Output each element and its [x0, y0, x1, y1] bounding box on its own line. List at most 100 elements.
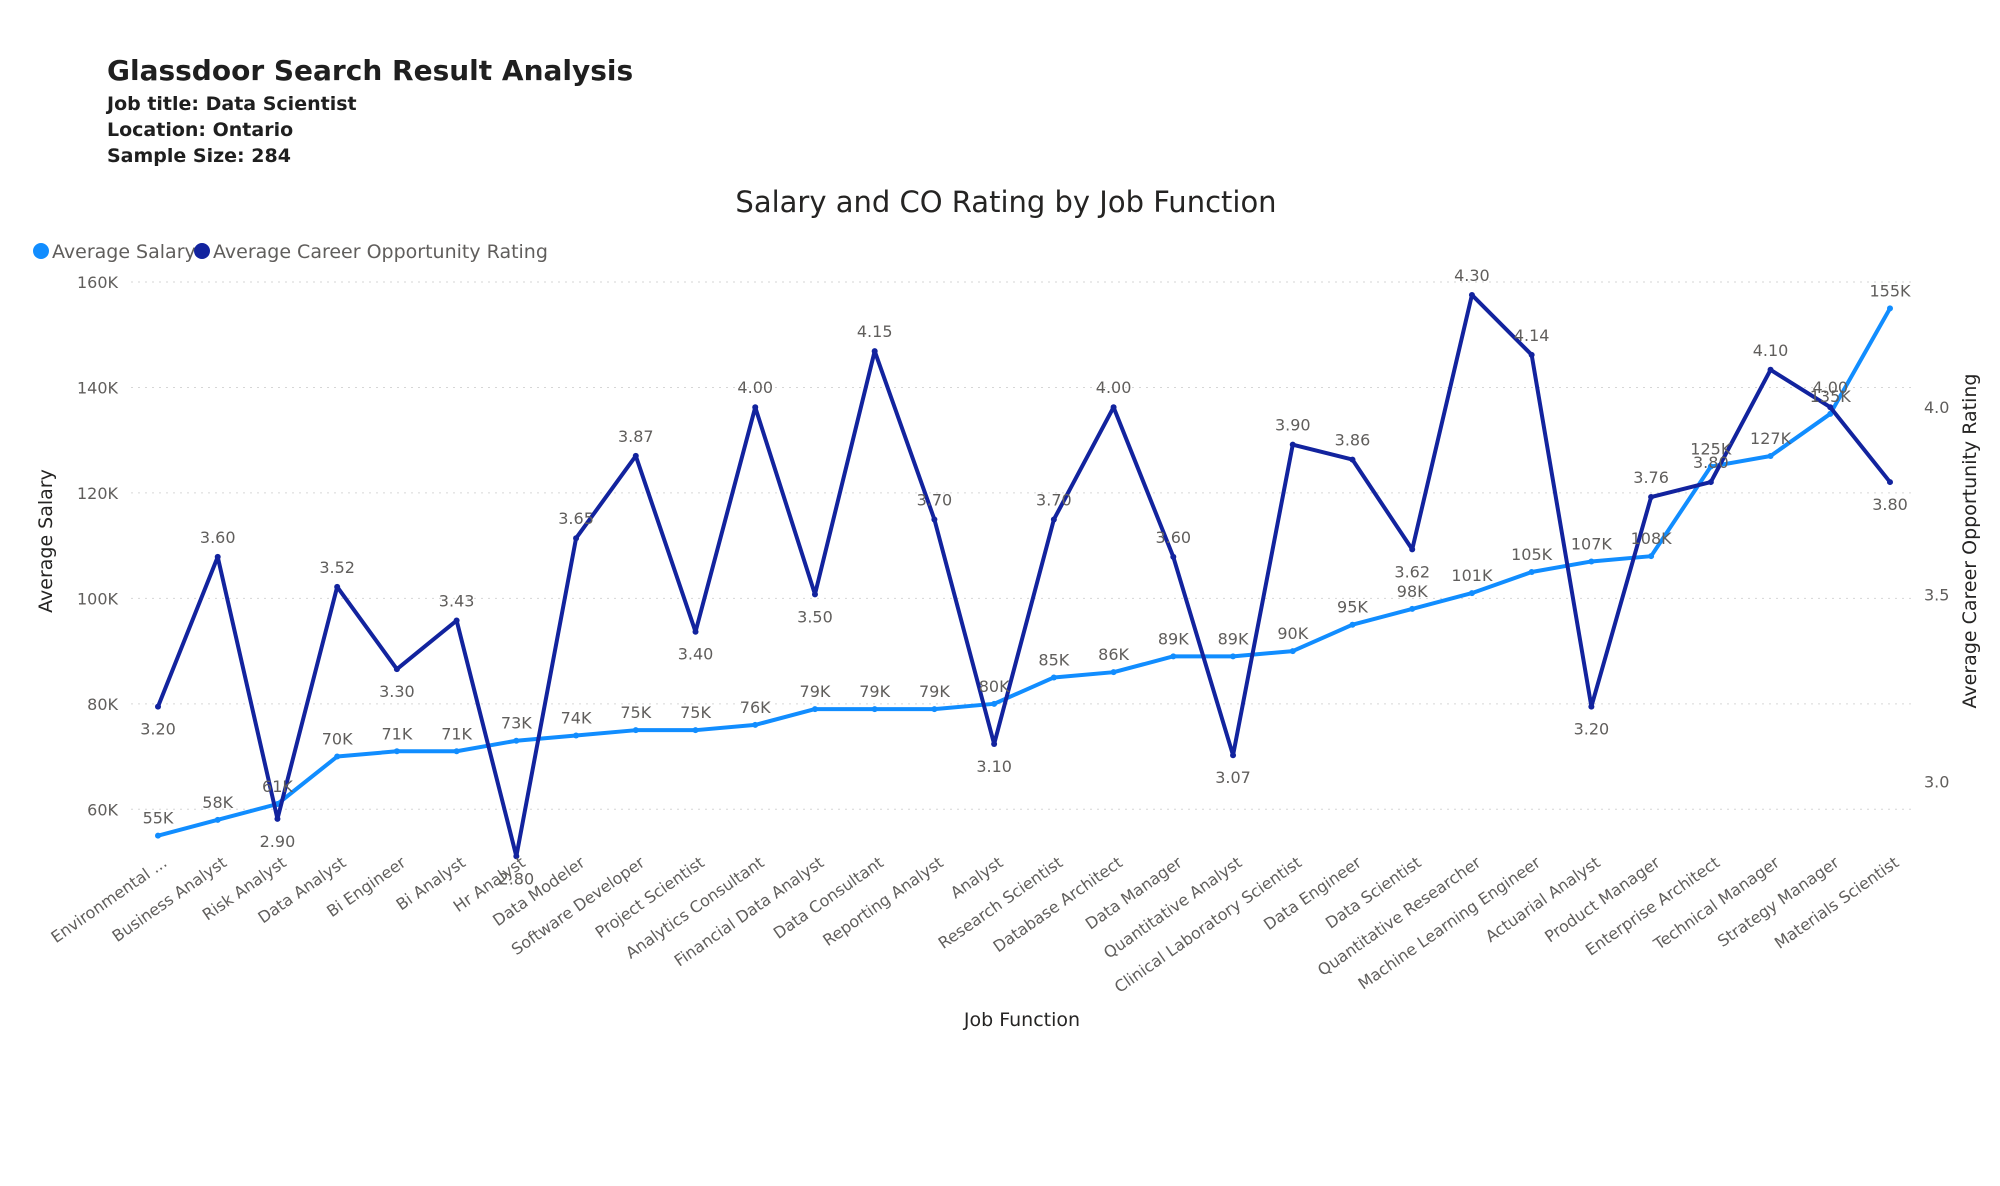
- salary-point[interactable]: [1588, 558, 1595, 565]
- data-labels: 55K 58K 61K 70K 71K 71K 73K 74K 75K 75K 76K 79K 79K 7…: [140, 266, 1911, 888]
- salary-point[interactable]: [1468, 590, 1475, 597]
- chart-title: Salary and CO Rating by Job Function: [735, 185, 1276, 219]
- salary-point[interactable]: [393, 748, 400, 755]
- salary-point[interactable]: [1528, 569, 1535, 575]
- rating-point[interactable]: [1887, 479, 1893, 486]
- legend-item-salary[interactable]: Average Salary: [33, 241, 196, 263]
- salary-data-label: 71K: [381, 724, 412, 743]
- salary-point[interactable]: [931, 706, 938, 713]
- salary-point[interactable]: [811, 706, 818, 713]
- rating-point[interactable]: [453, 617, 460, 624]
- rating-point[interactable]: [393, 666, 400, 673]
- rating-point[interactable]: [573, 535, 580, 542]
- y-tick-label-right: 4.0: [1924, 398, 1949, 417]
- rating-point[interactable]: [1528, 351, 1535, 358]
- salary-point[interactable]: [155, 832, 161, 839]
- series-salary[interactable]: [155, 305, 1893, 839]
- salary-point[interactable]: [692, 727, 699, 734]
- salary-data-label: 79K: [800, 682, 831, 701]
- rating-point[interactable]: [1648, 494, 1655, 501]
- salary-point[interactable]: [513, 737, 520, 744]
- salary-data-label: 75K: [620, 703, 651, 722]
- salary-point[interactable]: [991, 700, 998, 707]
- salary-point[interactable]: [214, 816, 221, 823]
- y-tick-label-left: 80K: [87, 695, 118, 714]
- salary-point[interactable]: [453, 748, 460, 755]
- salary-data-label: 90K: [1277, 624, 1308, 643]
- rating-point[interactable]: [1230, 752, 1237, 759]
- rating-data-label: 4.00: [1812, 378, 1848, 397]
- y-tick-label-left: 60K: [87, 800, 118, 819]
- rating-point[interactable]: [1767, 366, 1774, 373]
- rating-point[interactable]: [274, 815, 281, 822]
- rating-data-label: 3.07: [1215, 768, 1251, 787]
- rating-data-label: 3.65: [558, 509, 594, 528]
- rating-point[interactable]: [692, 628, 699, 635]
- salary-point[interactable]: [1349, 621, 1356, 628]
- salary-point[interactable]: [871, 706, 878, 713]
- salary-data-label: 101K: [1451, 566, 1493, 585]
- salary-point[interactable]: [1230, 653, 1237, 660]
- rating-point[interactable]: [1409, 546, 1416, 553]
- rating-point[interactable]: [1468, 291, 1475, 298]
- rating-data-label: 3.10: [976, 757, 1012, 776]
- legend[interactable]: Average Salary Average Career Opportunit…: [33, 241, 548, 263]
- rating-data-label: 3.90: [1275, 416, 1311, 435]
- rating-data-label: 3.60: [1155, 528, 1191, 547]
- rating-point[interactable]: [1588, 703, 1595, 710]
- rating-point[interactable]: [1110, 404, 1117, 411]
- salary-point[interactable]: [1289, 648, 1296, 655]
- rating-point[interactable]: [752, 404, 759, 411]
- salary-point[interactable]: [1050, 674, 1057, 681]
- salary-data-label: 105K: [1511, 545, 1553, 564]
- rating-point[interactable]: [632, 452, 639, 459]
- y-tick-label-right: 3.5: [1924, 585, 1949, 604]
- salary-point[interactable]: [1409, 605, 1416, 612]
- salary-point[interactable]: [1887, 305, 1893, 312]
- rating-point[interactable]: [214, 553, 221, 560]
- rating-point[interactable]: [334, 583, 341, 590]
- salary-data-label: 98K: [1397, 582, 1428, 601]
- y-axis-right-ticks: 3.0 3.5 4.0: [1924, 398, 1949, 791]
- salary-point[interactable]: [1110, 669, 1117, 676]
- salary-point[interactable]: [632, 727, 639, 734]
- salary-data-label: 55K: [143, 809, 174, 828]
- rating-line[interactable]: [156, 292, 1892, 859]
- rating-point[interactable]: [991, 741, 998, 747]
- rating-point[interactable]: [155, 703, 161, 710]
- rating-point[interactable]: [1050, 516, 1057, 523]
- rating-point[interactable]: [931, 516, 938, 523]
- salary-point[interactable]: [1648, 553, 1655, 560]
- legend-label-rating: Average Career Opportunity Rating: [213, 241, 548, 263]
- legend-marker-salary: [33, 243, 49, 259]
- rating-data-label: 3.43: [439, 592, 475, 611]
- rating-data-label: 3.40: [678, 645, 714, 664]
- rating-point[interactable]: [1707, 479, 1714, 486]
- salary-rating-chart[interactable]: Salary and CO Rating by Job Function Ave…: [0, 0, 2000, 1186]
- salary-data-label: 80K: [979, 677, 1010, 696]
- salary-point[interactable]: [573, 732, 580, 739]
- salary-data-label: 58K: [202, 793, 233, 812]
- rating-data-label: 3.20: [1574, 720, 1610, 739]
- rating-point[interactable]: [1349, 456, 1356, 463]
- rating-data-label: 3.60: [200, 528, 236, 547]
- rating-data-label: 3.62: [1394, 562, 1430, 581]
- salary-point[interactable]: [1767, 453, 1774, 459]
- rating-point[interactable]: [1289, 441, 1296, 448]
- salary-point[interactable]: [752, 721, 759, 728]
- salary-data-label: 89K: [1158, 629, 1189, 648]
- rating-point[interactable]: [1170, 553, 1177, 560]
- rating-point[interactable]: [871, 348, 878, 355]
- salary-data-label: 70K: [322, 730, 353, 749]
- salary-data-label: 71K: [441, 724, 472, 743]
- rating-point[interactable]: [811, 591, 818, 598]
- x-axis-ticks: Environmental ...Business AnalystRisk An…: [47, 852, 1902, 996]
- salary-data-label: 75K: [680, 703, 711, 722]
- legend-item-rating[interactable]: Average Career Opportunity Rating: [194, 241, 548, 263]
- series-rating[interactable]: [155, 291, 1893, 860]
- x-axis-title: Job Function: [963, 1009, 1080, 1031]
- salary-point[interactable]: [334, 753, 341, 760]
- rating-data-label: 4.00: [737, 378, 773, 397]
- salary-point[interactable]: [1170, 653, 1177, 660]
- rating-data-label: 4.10: [1753, 341, 1789, 360]
